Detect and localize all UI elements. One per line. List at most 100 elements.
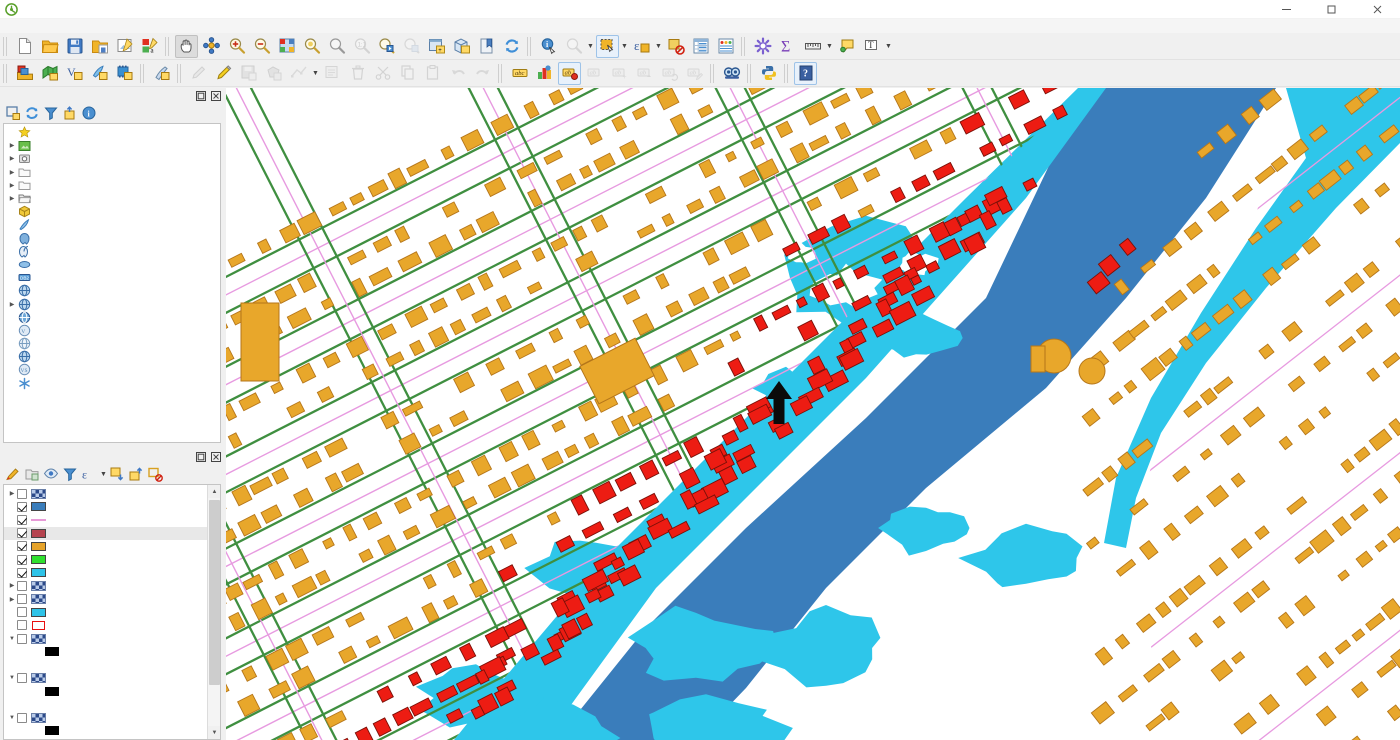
toolbar-grip[interactable] [165,36,171,56]
add-group-icon[interactable] [23,465,41,483]
browser-item-spatialite[interactable]: ▶ [4,218,220,231]
measure-line-icon[interactable] [801,35,824,58]
layer-visibility-checkbox[interactable] [17,514,27,525]
select-by-value-icon[interactable] [596,34,619,58]
select-by-expression-icon[interactable]: ε [630,35,653,58]
vertex-tool-icon[interactable] [287,62,310,85]
chevron-down-icon[interactable]: ▼ [825,35,834,58]
style-manager-icon[interactable]: a [138,35,161,58]
expander-arrow-icon[interactable]: ▼ [7,636,17,642]
toolbar-grip[interactable] [784,63,790,83]
layer-item-aoi[interactable]: ▶ [4,619,207,632]
expander-arrow-icon[interactable]: ▶ [7,596,17,603]
paste-features-icon[interactable] [421,62,444,85]
maximize-button[interactable] [1309,0,1354,19]
add-mesh-layer-icon[interactable] [88,62,111,85]
expand-all-icon[interactable] [108,465,126,483]
expander-arrow-icon[interactable]: ▶ [7,142,17,149]
map-canvas[interactable] [226,88,1400,740]
save-project-as-icon[interactable] [88,35,111,58]
layer-item-dtm-1m-utm17-e-21-91[interactable]: ▼ [4,711,207,724]
identify-features-icon[interactable]: i [537,35,560,58]
zoom-native-icon[interactable]: 1:1 [350,35,373,58]
expander-arrow-icon[interactable]: ▶ [7,169,17,176]
cut-features-icon[interactable] [371,62,394,85]
layer-item-pedestrian-network-polygon[interactable]: ▶ [4,553,207,566]
delete-selected-icon[interactable] [346,62,369,85]
layer-item-clipped[interactable]: ▶ [4,500,207,513]
expander-arrow-icon[interactable]: ▶ [7,582,17,589]
expander-arrow-icon[interactable]: ▶ [7,490,17,497]
pan-to-selection-icon[interactable] [200,35,223,58]
map-tips-icon[interactable] [835,35,858,58]
deselect-features-icon[interactable] [664,35,687,58]
field-calculator-icon[interactable] [714,35,737,58]
expander-arrow-icon[interactable]: ▶ [7,301,17,308]
modify-attributes-icon[interactable] [321,62,344,85]
toolbar-grip[interactable] [741,36,747,56]
browser-undock-icon[interactable] [194,89,207,102]
browser-item-geonode[interactable]: ▶ [4,377,220,390]
add-postgis-layer-icon[interactable] [150,62,173,85]
toolbar-grip[interactable] [747,63,753,83]
browser-item-c[interactable]: ▶ [4,166,220,179]
layer-diagram-icon[interactable] [533,62,556,85]
layer-item-236-513[interactable]: ▶ [4,685,207,698]
layer-item-316-146[interactable]: ▶ [4,698,207,711]
layer-visibility-checkbox[interactable] [17,541,27,552]
change-label-icon[interactable]: ab [683,62,706,85]
browser-item-geopackage[interactable]: ▶ [4,205,220,218]
add-polygon-feature-icon[interactable] [262,62,285,85]
zoom-to-layer-icon[interactable] [325,35,348,58]
data-source-manager-icon[interactable] [13,62,36,85]
layer-visibility-checkbox[interactable] [17,620,27,631]
processing-toolbox-icon[interactable] [751,35,774,58]
layer-visibility-checkbox[interactable] [17,633,27,644]
close-button[interactable] [1354,0,1400,19]
pan-map-icon[interactable] [175,34,198,58]
layer-item-roads[interactable]: ▶ [4,513,207,526]
zoom-out-icon[interactable] [250,35,273,58]
scroll-up-arrow-icon[interactable]: ▲ [208,485,220,498]
browser-item-mssql[interactable]: ▶ [4,245,220,258]
scrollbar-thumb[interactable] [209,500,220,685]
scroll-down-arrow-icon[interactable]: ▼ [208,726,220,739]
expander-arrow-icon[interactable]: ▶ [7,155,17,162]
zoom-full-icon[interactable] [275,35,298,58]
layer-item-wateronly[interactable]: ▶ [4,487,207,500]
add-delimited-text-icon[interactable] [113,62,136,85]
layer-item-326-716[interactable]: ▶ [4,658,207,671]
add-layer-icon[interactable] [4,104,22,122]
layer-visibility-checkbox[interactable] [17,554,27,565]
layer-item-building[interactable]: ▶ [4,540,207,553]
toggle-editing-icon[interactable] [212,62,235,85]
toolbar-grip[interactable] [527,36,533,56]
browser-item-postgis[interactable]: ▶ [4,232,220,245]
browser-item-db2[interactable]: ▶DB2 [4,271,220,284]
undo-icon[interactable] [446,62,469,85]
layer-item-hydrography-polygon[interactable]: ▶ [4,606,207,619]
layer-visibility-checkbox[interactable] [17,488,27,499]
redo-icon[interactable] [471,62,494,85]
bookmarks-icon[interactable] [475,35,498,58]
collapse-all-icon[interactable] [127,465,145,483]
copy-features-icon[interactable] [396,62,419,85]
browser-tree[interactable]: ▶▶▶▶▶▶▶▶▶▶▶▶DB2▶▶▶▶V▶▶▶VS▶ [3,123,221,443]
new-project-icon[interactable] [13,35,36,58]
open-project-icon[interactable] [38,35,61,58]
browser-item-wfs[interactable]: ▶V [4,324,220,337]
layers-tree[interactable]: ▶▶▶▶▶▶▶▶▶▶▶▼▶▶▼▶▶▼▶▲▼ [3,484,221,740]
georeferencer-icon[interactable] [720,62,743,85]
remove-layer-icon[interactable] [146,465,164,483]
move-label-icon[interactable]: ab [633,62,656,85]
filter-legend-expression-icon[interactable]: ε [80,465,98,483]
browser-item-wcs[interactable]: ▶ [4,311,220,324]
layer-item-test-waterline[interactable]: ▶ [4,579,207,592]
pin-labels-icon[interactable]: ab [583,62,606,85]
chevron-down-icon[interactable]: ▼ [586,35,595,58]
zoom-last-icon[interactable] [375,35,398,58]
new-print-layout-icon[interactable] [113,35,136,58]
filter-browser-icon[interactable] [42,104,60,122]
expander-arrow-icon[interactable]: ▼ [7,675,17,681]
filter-legend-icon[interactable] [61,465,79,483]
